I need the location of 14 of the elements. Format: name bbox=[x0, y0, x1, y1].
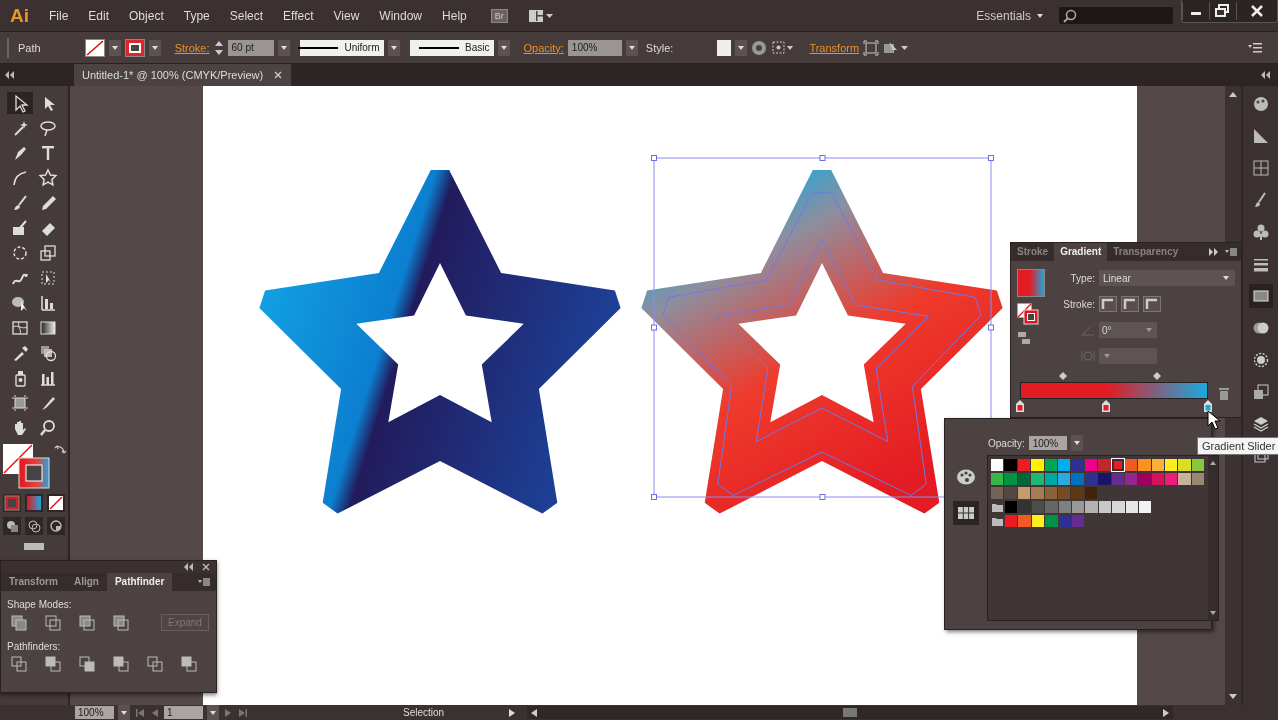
profile-value: Uniform bbox=[344, 42, 380, 53]
brush-value: Basic bbox=[465, 42, 490, 53]
document-title: Untitled-1* @ 100% (CMYK/Preview) bbox=[82, 69, 264, 81]
stroke-label: Stroke: bbox=[1062, 298, 1095, 310]
tooltip: Gradient Slider bbox=[1197, 437, 1278, 455]
type-label: Type: bbox=[1069, 272, 1095, 284]
type-value: Linear bbox=[1103, 272, 1131, 284]
section-label: Shape Modes: bbox=[7, 599, 73, 610]
app-logo: Ai bbox=[10, 4, 29, 27]
section-label: Pathfinders: bbox=[7, 641, 62, 652]
style-label: Style: bbox=[645, 41, 674, 54]
opacity-label: Opacity: bbox=[988, 437, 1025, 449]
selection-label: Path bbox=[18, 41, 41, 54]
angle-value: 0° bbox=[1102, 324, 1112, 336]
